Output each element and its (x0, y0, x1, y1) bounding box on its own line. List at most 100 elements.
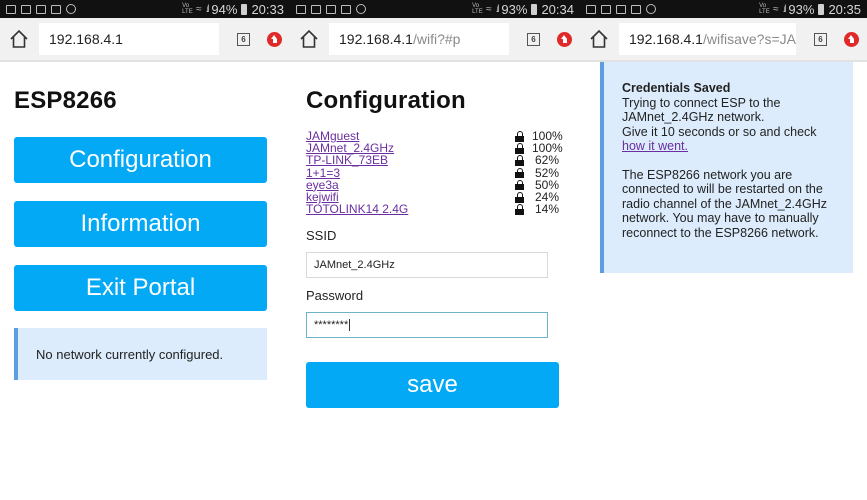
signal-quality: 52% (534, 165, 559, 180)
clock: 20:34 (541, 1, 574, 17)
message-line: Trying to connect ESP to the (622, 95, 781, 110)
home-icon[interactable] (588, 28, 610, 50)
url-path: /wifi?#p (412, 31, 461, 47)
mail-icon (586, 4, 596, 14)
network-link[interactable]: kejwifi (306, 191, 339, 203)
url-host: 192.168.4.1 (49, 31, 123, 47)
status-link[interactable]: how it went. (622, 139, 688, 153)
status-bar: Vo LTE ≈ .ıl 94% 20:33 (0, 0, 290, 18)
battery-icon (818, 3, 825, 15)
opera-menu-icon[interactable] (844, 31, 859, 47)
status-bar: Vo LTE ≈ .ıl 93% 20:35 (580, 0, 867, 18)
url-path: /wifisave?s=JAN (702, 31, 796, 47)
power-icon (66, 4, 76, 14)
opera-menu-icon[interactable] (267, 31, 282, 47)
image-icon (616, 4, 626, 14)
address-bar[interactable]: 192.168.4.1 (39, 23, 219, 55)
battery-percent: 93% (788, 1, 815, 17)
message-line: JAMnet_2.4GHz network. (622, 110, 765, 124)
exit-portal-button[interactable]: Exit Portal (14, 265, 267, 311)
signal-icon: .ıl (205, 3, 210, 15)
ssid-input[interactable]: JAMnet_2.4GHz (306, 252, 548, 279)
screen-portal-home: Vo LTE ≈ .ıl 94% 20:33 192.168.4.1 6 ESP… (0, 0, 290, 500)
sync-icon (21, 4, 31, 14)
opera-menu-icon[interactable] (557, 31, 572, 47)
clock: 20:33 (251, 1, 284, 17)
network-link[interactable]: JAMguest (306, 130, 359, 142)
network-link[interactable]: JAMnet_2.4GHz (306, 142, 394, 154)
power-icon (646, 4, 656, 14)
network-link[interactable]: TOTOLINK14 2.4G (306, 203, 408, 215)
address-bar[interactable]: 192.168.4.1/wifi?#p (329, 23, 509, 55)
signal-icon: .ıl (782, 3, 787, 15)
lock-icon (515, 179, 524, 191)
volte-icon: Vo LTE (182, 3, 193, 15)
status-message: No network currently configured. (14, 328, 267, 380)
tabs-button[interactable]: 6 (814, 32, 827, 46)
tabs-button[interactable]: 6 (237, 32, 250, 46)
network-link[interactable]: TP-LINK_73EB (306, 154, 388, 166)
notification-icons (296, 4, 366, 14)
wifi-icon: ≈ (196, 3, 202, 15)
power-icon (356, 4, 366, 14)
signal-quality: 14% (534, 202, 559, 217)
browser-toolbar: 192.168.4.1/wifi?#p 6 (290, 18, 580, 62)
battery-icon (531, 3, 538, 15)
volte-icon: Vo LTE (472, 3, 483, 15)
screenshot-icon (51, 4, 61, 14)
image-icon (326, 4, 336, 14)
sync-icon (601, 4, 611, 14)
sync-icon (311, 4, 321, 14)
information-button[interactable]: Information (14, 201, 267, 247)
save-button[interactable]: save (306, 362, 559, 409)
network-row: TP-LINK_73EB 62% (306, 154, 559, 166)
password-input-value: ******** (314, 319, 349, 332)
image-icon (36, 4, 46, 14)
tabs-button[interactable]: 6 (527, 32, 540, 46)
home-icon[interactable] (298, 28, 320, 50)
home-icon[interactable] (8, 28, 30, 50)
credentials-saved-message: Credentials Saved Trying to connect ESP … (600, 62, 853, 273)
lock-icon (515, 155, 524, 166)
url-host: 192.168.4.1 (629, 31, 703, 47)
network-list: JAMguest 100% JAMnet_2.4GHz 100% TP-LINK… (306, 129, 563, 215)
browser-toolbar: 192.168.4.1/wifisave?s=JAN 6 (580, 18, 867, 62)
battery-percent: 93% (501, 1, 528, 17)
mail-icon (6, 4, 16, 14)
volte-icon: Vo LTE (759, 3, 770, 15)
status-message-text: No network currently configured. (36, 346, 224, 362)
screenshot-icon (631, 4, 641, 14)
battery-percent: 94% (211, 1, 238, 17)
configuration-button[interactable]: Configuration (14, 137, 267, 183)
network-row: eye3a 50% (306, 179, 559, 191)
restart-notice: The ESP8266 network you are connected to… (622, 167, 827, 240)
password-label: Password (306, 288, 364, 304)
notification-icons (586, 4, 656, 14)
browser-toolbar: 192.168.4.1 6 (0, 18, 290, 62)
signal-quality: 50% (534, 177, 559, 192)
lock-icon (515, 204, 524, 215)
page-title: ESP8266 (14, 87, 117, 114)
signal-quality: 100% (532, 129, 563, 144)
wifi-icon: ≈ (486, 3, 492, 15)
screenshot-icon (341, 4, 351, 14)
network-link[interactable]: 1+1=3 (306, 167, 340, 179)
address-bar[interactable]: 192.168.4.1/wifisave?s=JAN (619, 23, 796, 55)
network-link[interactable]: eye3a (306, 179, 339, 191)
screen-credentials-saved: Vo LTE ≈ .ıl 93% 20:35 192.168.4.1/wifis… (580, 0, 867, 500)
network-row: TOTOLINK14 2.4G 14% (306, 203, 559, 215)
signal-quality: 100% (532, 141, 563, 156)
lock-icon (515, 167, 524, 179)
screen-wifi-config: Vo LTE ≈ .ıl 93% 20:34 192.168.4.1/wifi?… (290, 0, 580, 500)
password-input[interactable]: ******** (306, 312, 548, 339)
page-title: Configuration (306, 87, 466, 114)
text-caret (349, 319, 351, 332)
notification-icons (6, 4, 76, 14)
ssid-input-value: JAMnet_2.4GHz (314, 259, 395, 272)
battery-icon (241, 3, 248, 15)
signal-quality: 62% (534, 153, 559, 168)
message-heading: Credentials Saved (622, 81, 731, 95)
network-row: 1+1=3 52% (306, 167, 559, 179)
url-host: 192.168.4.1 (339, 31, 413, 47)
message-line: Give it 10 seconds or so and check (622, 124, 817, 139)
